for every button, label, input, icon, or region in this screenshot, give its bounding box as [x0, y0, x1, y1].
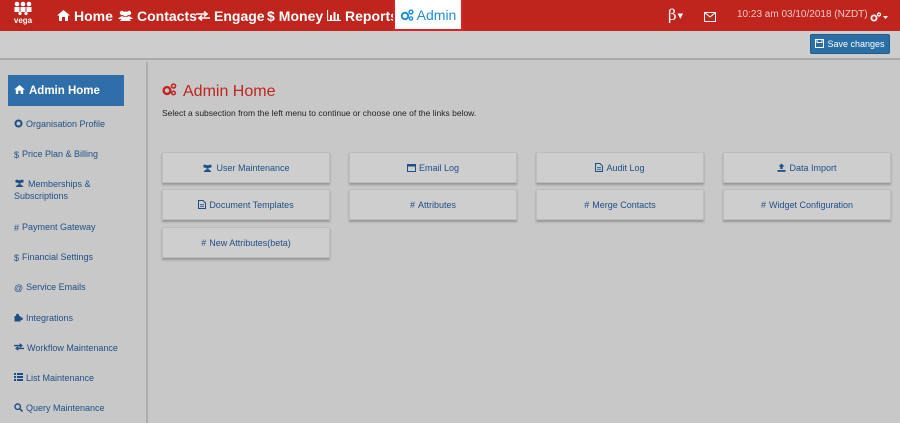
hash-icon: # [409, 199, 415, 210]
top-navbar: vega Home Contacts Engage $ Money Report… [0, 0, 900, 31]
sidebar-item-query-maintenance[interactable]: Query Maintenance [14, 402, 105, 414]
nav-contacts[interactable]: Contacts [118, 0, 197, 31]
gears-icon [162, 83, 177, 101]
dollar-icon: $ [14, 253, 20, 263]
nav-reports[interactable]: Reports [327, 0, 398, 31]
sidebar-item-label: Service Emails [26, 282, 86, 292]
page-subtitle: Select a subsection from the left menu t… [162, 108, 477, 118]
sidebar: Admin Home Organisation Profile $ Price … [0, 62, 148, 423]
tile-attributes[interactable]: # Attributes [349, 189, 517, 220]
beta-label: β [668, 6, 677, 24]
tile-document-templates[interactable]: Document Templates [162, 189, 330, 220]
file-icon [198, 200, 207, 209]
bar-chart-icon [327, 10, 341, 21]
upload-icon [777, 163, 786, 172]
sidebar-item-workflow-maintenance[interactable]: Workflow Maintenance [14, 342, 118, 354]
beta-menu[interactable]: β▼ [668, 6, 683, 24]
nav-admin-label: Admin [416, 6, 457, 23]
sidebar-item-payment-gateway[interactable]: # Payment Gateway [14, 221, 96, 234]
tile-label: Widget Configuration [768, 199, 854, 210]
gear-icon [14, 119, 23, 128]
nav-money[interactable]: $ Money [267, 0, 323, 31]
sidebar-item-label: Integrations [26, 313, 74, 323]
nav-home-label: Home [74, 7, 113, 24]
sidebar-item-memberships[interactable]: Memberships & Subscriptions [14, 178, 114, 201]
tile-label: Audit Log [606, 162, 645, 173]
tile-label: Email Log [418, 162, 460, 173]
hash-icon: # [760, 199, 766, 210]
sidebar-item-price-plan[interactable]: $ Price Plan & Billing [14, 148, 98, 161]
tile-label: User Maintenance [216, 162, 290, 173]
users-icon [202, 164, 213, 172]
users-icon [118, 10, 133, 21]
tile-label: Data Import [789, 162, 837, 173]
logo-text: vega [13, 16, 33, 25]
hash-icon: # [584, 199, 590, 210]
save-button[interactable]: Save changes [810, 34, 890, 54]
tile-merge-contacts[interactable]: # Merge Contacts [536, 189, 704, 220]
tile-user-maintenance[interactable]: User Maintenance [162, 152, 330, 183]
home-icon [14, 84, 25, 97]
tile-label: Document Templates [209, 199, 294, 210]
dollar-icon: $ [267, 7, 275, 24]
dollar-icon: $ [14, 150, 20, 160]
settings-menu[interactable] [870, 9, 888, 27]
window-icon [406, 163, 416, 172]
sidebar-item-label: Price Plan & Billing [22, 149, 99, 159]
action-bar: Save changes [0, 31, 900, 60]
sidebar-item-label: Financial Settings [22, 252, 94, 262]
puzzle-icon [14, 313, 23, 322]
nav-engage[interactable]: Engage [196, 0, 265, 31]
tile-widget-configuration[interactable]: # Widget Configuration [723, 189, 891, 220]
nav-reports-label: Reports [345, 7, 398, 24]
nav-money-label: Money [278, 7, 324, 24]
exchange-icon [196, 10, 210, 21]
hash-icon: # [14, 223, 20, 233]
save-icon [815, 38, 825, 50]
page-title: Admin Home [162, 83, 275, 101]
sidebar-item-label: Memberships & Subscriptions [14, 179, 91, 201]
sidebar-item-label: List Maintenance [26, 373, 95, 383]
sidebar-item-label: Workflow Maintenance [27, 343, 118, 353]
exchange-icon [14, 343, 24, 351]
nav-admin[interactable]: Admin [393, 0, 463, 31]
hash-icon: # [201, 237, 207, 248]
sidebar-item-admin-home[interactable]: Admin Home [8, 75, 124, 106]
list-icon [14, 373, 23, 381]
vega-logo[interactable]: vega [8, 1, 38, 30]
sidebar-item-label: Payment Gateway [22, 222, 96, 232]
tile-email-log[interactable]: Email Log [349, 152, 517, 183]
page-title-text: Admin Home [183, 83, 276, 100]
home-icon [57, 10, 70, 21]
sidebar-item-list-maintenance[interactable]: List Maintenance [14, 372, 94, 384]
tile-new-attributes-beta[interactable]: # New Attributes(beta) [162, 227, 330, 258]
tile-data-import[interactable]: Data Import [723, 152, 891, 183]
sidebar-item-label: Query Maintenance [26, 403, 105, 413]
sidebar-item-label: Organisation Profile [26, 119, 106, 129]
sidebar-active-label: Admin Home [29, 84, 100, 97]
tile-audit-log[interactable]: Audit Log [536, 152, 704, 183]
caret-down-icon: ▼ [677, 12, 684, 20]
sidebar-item-financial-settings[interactable]: $ Financial Settings [14, 251, 93, 264]
nav-contacts-label: Contacts [137, 7, 197, 24]
at-icon: @ [14, 283, 24, 293]
nav-home[interactable]: Home [57, 0, 113, 31]
gears-icon [400, 8, 414, 21]
file-icon [595, 163, 604, 172]
nav-engage-label: Engage [214, 7, 265, 24]
sidebar-item-integrations[interactable]: Integrations [14, 312, 73, 324]
current-time: 10:23 am 03/10/2018 (NZDT) [737, 9, 868, 20]
tile-label: Attributes [417, 199, 457, 210]
tile-label: New Attributes(beta) [209, 237, 291, 248]
gears-icon [870, 9, 888, 26]
sidebar-item-service-emails[interactable]: @ Service Emails [14, 281, 86, 294]
search-icon [14, 403, 23, 412]
envelope-icon[interactable] [704, 9, 716, 27]
sidebar-item-organisation-profile[interactable]: Organisation Profile [14, 118, 105, 130]
tile-label: Merge Contacts [592, 199, 656, 210]
save-button-label: Save changes [827, 39, 885, 49]
